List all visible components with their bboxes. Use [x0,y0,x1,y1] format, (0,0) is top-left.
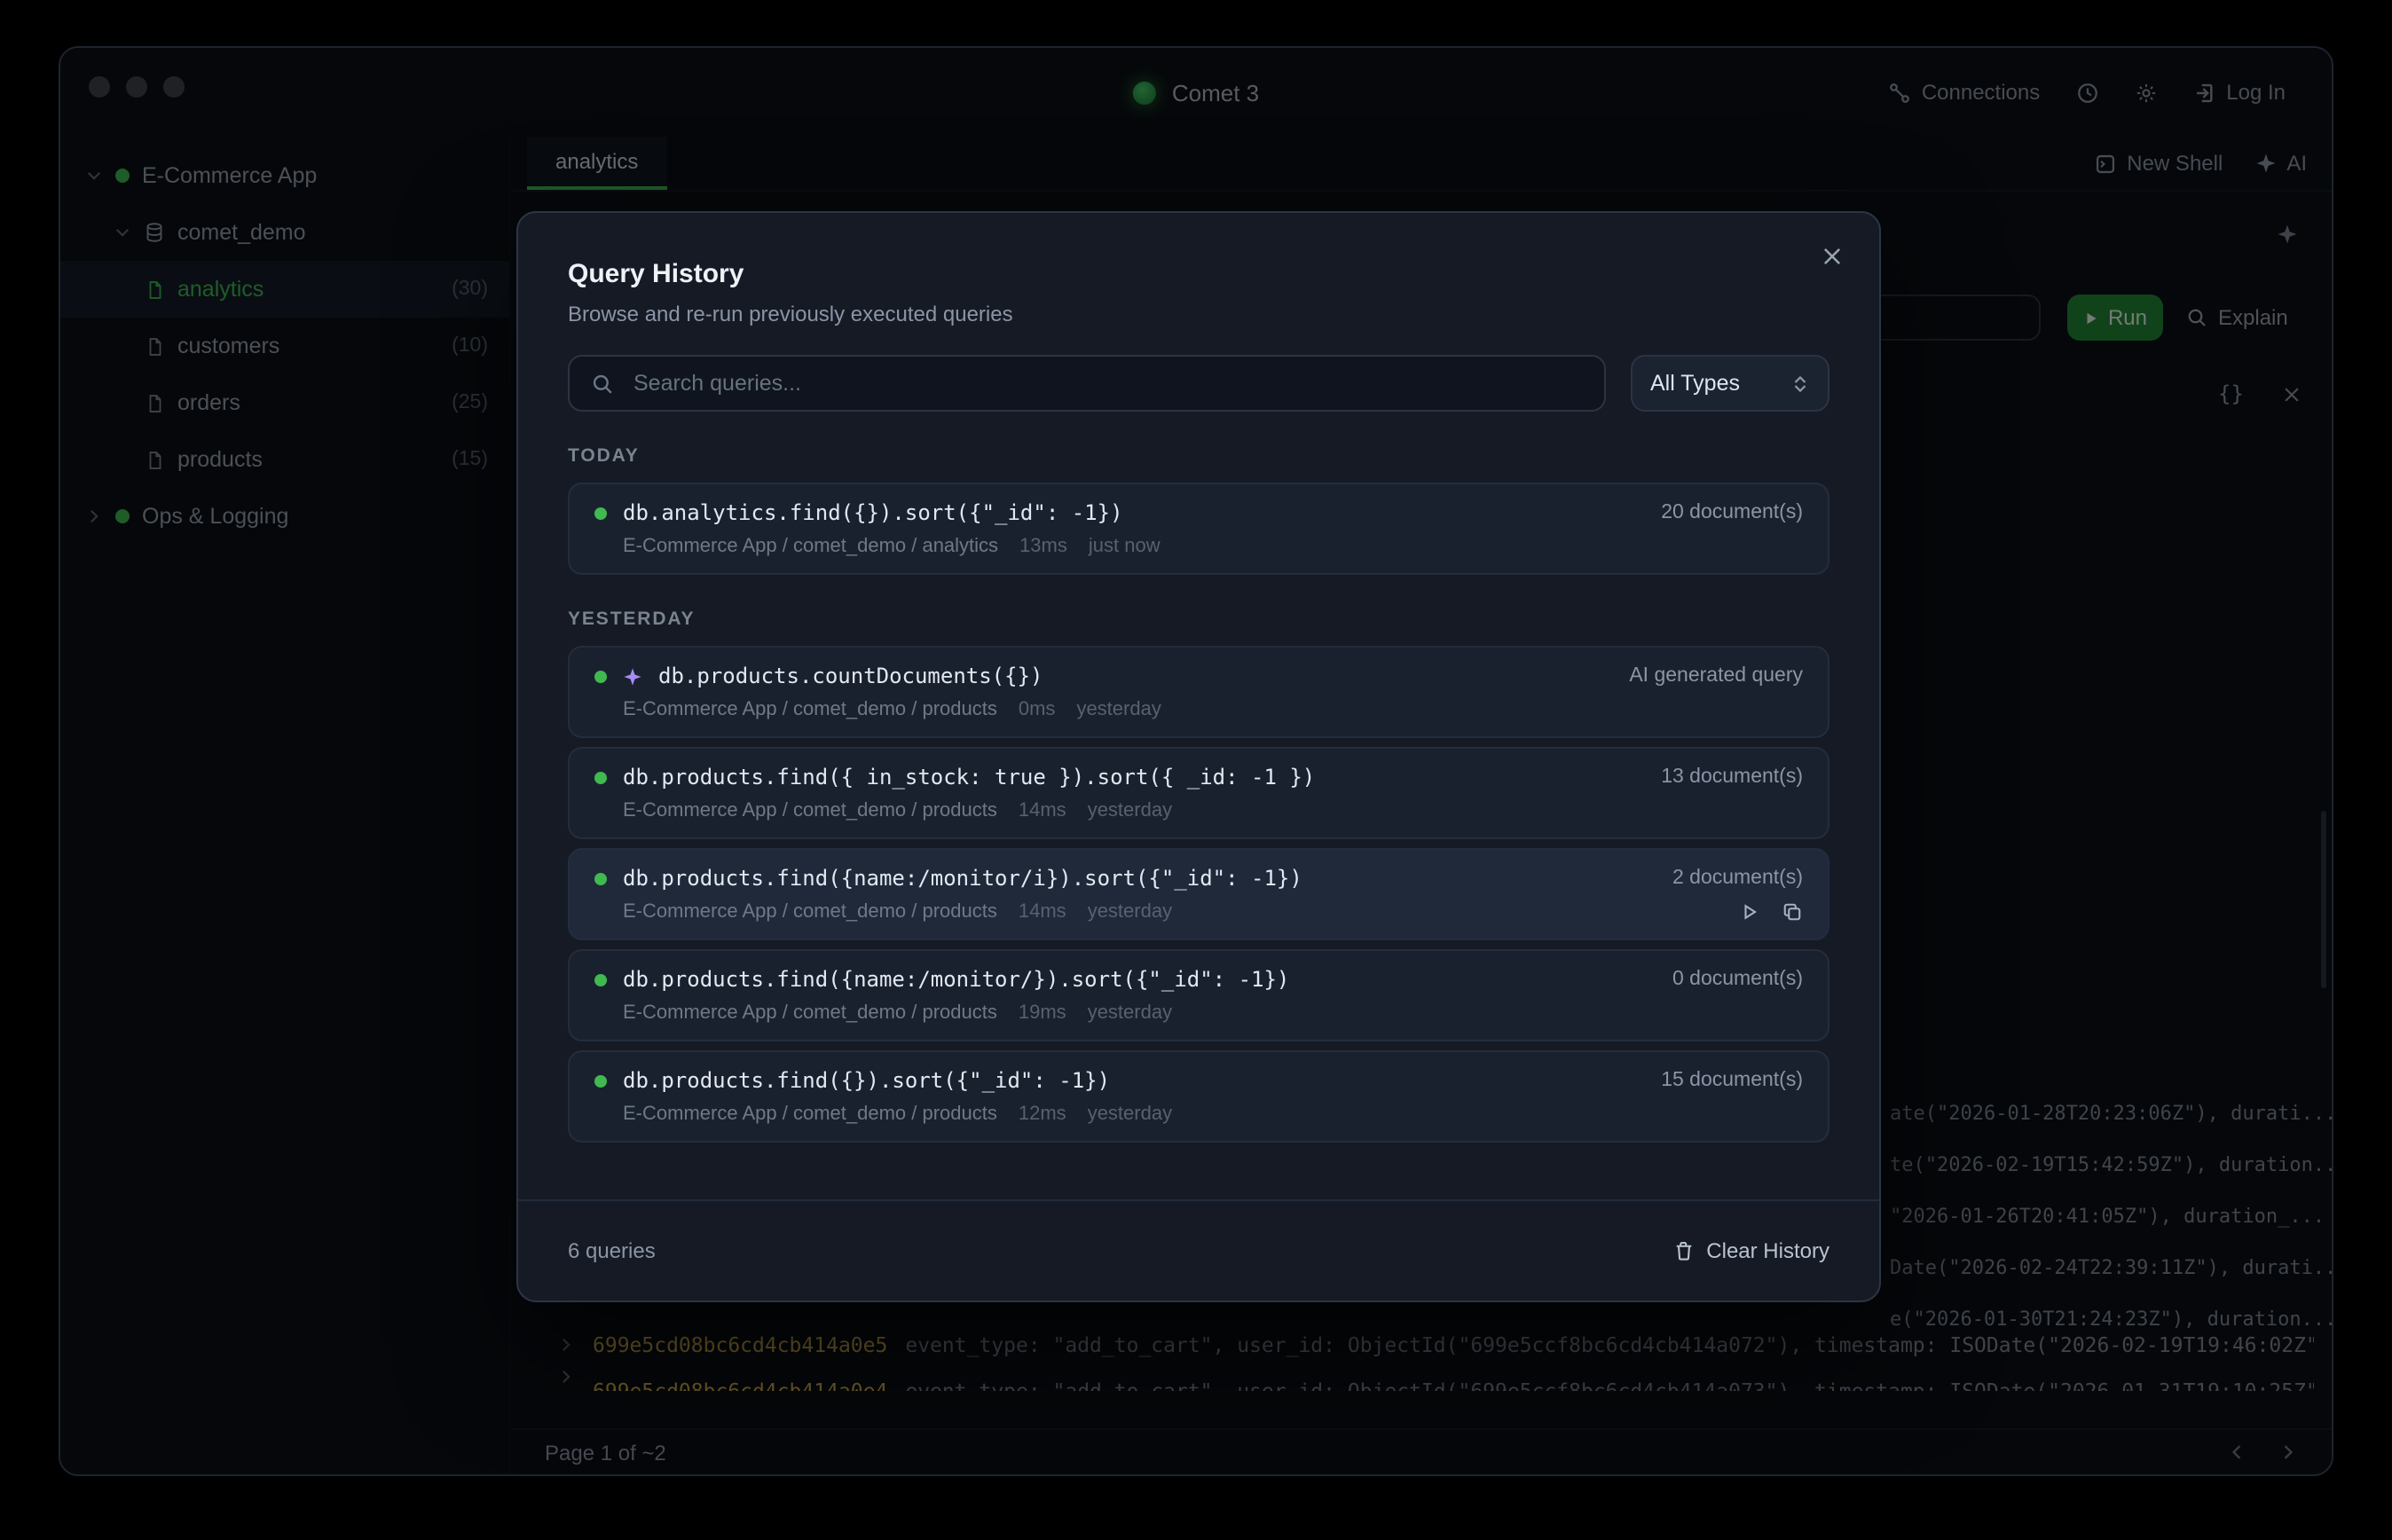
rerun-play-icon[interactable] [1739,901,1760,923]
query-duration: 14ms [1019,901,1066,923]
query-code: db.analytics.find({}).sort({"_id": -1}) [623,500,1123,525]
query-history-item[interactable]: db.analytics.find({}).sort({"_id": -1}) … [568,483,1829,575]
query-timestamp: yesterday [1088,1002,1172,1024]
section-label-today: TODAY [568,445,1829,467]
query-history-modal: Query History Browse and re-run previous… [516,211,1881,1302]
query-history-item[interactable]: db.products.find({}).sort({"_id": -1}) 1… [568,1050,1829,1143]
query-line: db.products.countDocuments({}) AI genera… [594,664,1803,688]
copy-icon[interactable] [1782,901,1803,923]
clear-history-label: Clear History [1706,1238,1829,1263]
query-code: db.products.find({ in_stock: true }).sor… [623,765,1315,790]
query-status-dot [594,507,607,519]
modal-title: Query History [568,259,1829,289]
query-line: db.products.find({name:/monitor/i}).sort… [594,866,1803,891]
modal-header: Query History Browse and re-run previous… [518,213,1879,326]
query-meta: E-Commerce App / comet_demo / products 1… [594,1002,1803,1024]
trash-icon [1672,1240,1694,1261]
search-box[interactable] [568,355,1606,412]
query-history-item[interactable]: db.products.find({ in_stock: true }).sor… [568,747,1829,839]
app-window: Comet 3 Connections [59,46,2333,1476]
query-meta: E-Commerce App / comet_demo / products 1… [594,901,1803,923]
modal-subtitle: Browse and re-run previously executed qu… [568,302,1829,326]
query-path: E-Commerce App / comet_demo / products [623,699,997,720]
query-duration: 13ms [1019,536,1067,557]
query-meta: E-Commerce App / comet_demo / products 0… [594,699,1803,720]
query-code: db.products.find({}).sort({"_id": -1}) [623,1068,1110,1093]
ai-sparkle-icon [623,666,642,686]
clear-history-button[interactable]: Clear History [1672,1238,1829,1263]
query-result-count: 20 document(s) [1661,502,1803,523]
query-ai-badge: AI generated query [1629,665,1803,687]
query-line: db.analytics.find({}).sort({"_id": -1}) … [594,500,1803,525]
query-result-count: 2 document(s) [1672,868,1803,889]
select-chevrons-icon [1790,373,1810,393]
query-code: db.products.countDocuments({}) [658,664,1043,688]
query-status-dot [594,670,607,682]
section-label-yesterday: YESTERDAY [568,609,1829,630]
type-filter-select[interactable]: All Types [1631,355,1829,412]
query-meta: E-Commerce App / comet_demo / analytics … [594,536,1803,557]
query-timestamp: yesterday [1088,800,1172,821]
query-timestamp: just now [1089,536,1161,557]
query-timestamp: yesterday [1076,699,1161,720]
query-path: E-Commerce App / comet_demo / products [623,901,997,923]
query-status-dot [594,973,607,986]
query-line: db.products.find({name:/monitor/}).sort(… [594,967,1803,992]
type-filter-value: All Types [1650,371,1740,396]
query-duration: 12ms [1019,1104,1066,1125]
query-result-count: 15 document(s) [1661,1070,1803,1091]
query-duration: 14ms [1019,800,1066,821]
query-code: db.products.find({name:/monitor/}).sort(… [623,967,1289,992]
query-path: E-Commerce App / comet_demo / analytics [623,536,998,557]
query-result-count: 13 document(s) [1661,766,1803,788]
query-history-item[interactable]: db.products.find({name:/monitor/}).sort(… [568,949,1829,1041]
query-actions [1739,901,1803,923]
query-meta: E-Commerce App / comet_demo / products 1… [594,1104,1803,1125]
query-list: TODAY db.analytics.find({}).sort({"_id":… [568,445,1829,1143]
query-path: E-Commerce App / comet_demo / products [623,800,997,821]
query-path: E-Commerce App / comet_demo / products [623,1104,997,1125]
query-timestamp: yesterday [1088,1104,1172,1125]
query-line: db.products.find({ in_stock: true }).sor… [594,765,1803,790]
search-input[interactable] [630,369,1583,397]
query-history-item-hovered[interactable]: db.products.find({name:/monitor/i}).sort… [568,848,1829,940]
query-line: db.products.find({}).sort({"_id": -1}) 1… [594,1068,1803,1093]
query-status-dot [594,771,607,783]
close-icon[interactable] [1821,245,1844,268]
search-icon [591,372,614,395]
query-timestamp: yesterday [1088,901,1172,923]
query-result-count: 0 document(s) [1672,969,1803,990]
modal-footer: 6 queries Clear History [518,1199,1879,1300]
query-code: db.products.find({name:/monitor/i}).sort… [623,866,1302,891]
query-history-item[interactable]: db.products.countDocuments({}) AI genera… [568,646,1829,738]
query-meta: E-Commerce App / comet_demo / products 1… [594,800,1803,821]
query-path: E-Commerce App / comet_demo / products [623,1002,997,1024]
screen: Comet 3 Connections [0,0,2392,1540]
query-duration: 19ms [1019,1002,1066,1024]
query-duration: 0ms [1019,699,1056,720]
modal-controls: All Types [568,355,1829,412]
query-status-dot [594,872,607,884]
query-count: 6 queries [568,1238,656,1263]
query-status-dot [594,1074,607,1087]
